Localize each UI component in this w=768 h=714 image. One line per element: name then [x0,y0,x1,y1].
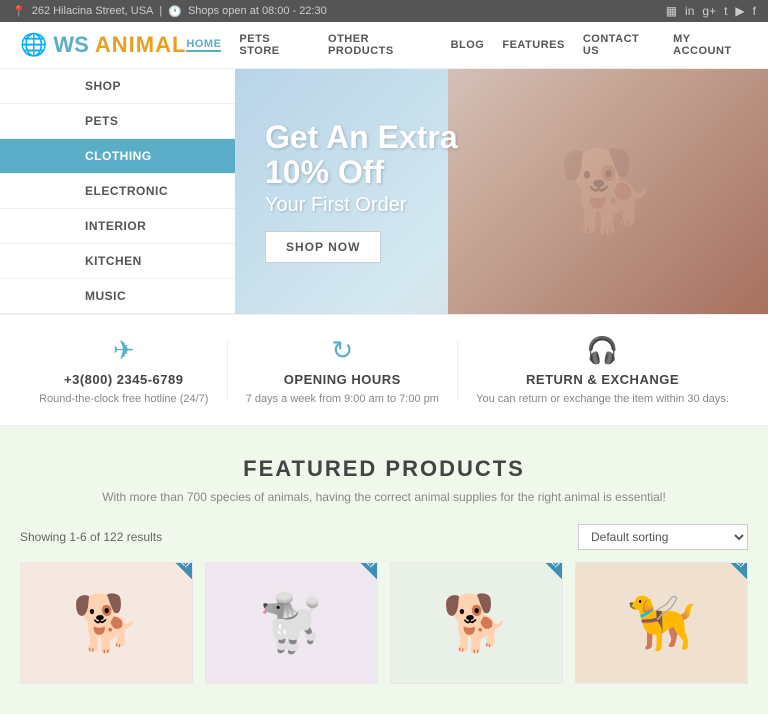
product-image-4: 🦮 Sale! [576,563,747,683]
sidebar-item-shop[interactable]: Shop [0,69,235,104]
logo-icon: 🌐 [20,32,47,58]
hero-banner: 🐕 Get An Extra 10% Off Your First Order … [235,69,768,314]
hero-subtitle: Your First Order [265,194,458,217]
info-divider-1 [227,340,228,400]
showing-results: Showing 1-6 of 122 results [20,530,162,544]
main-nav: Home Pets Store Other Products Blog Feat… [186,33,748,57]
nav-my-account[interactable]: My Account [673,33,748,57]
hero-headline-line2: 10% Off [265,155,458,190]
product-card-1[interactable]: 🐕 Sale! [20,562,193,684]
products-toolbar: Showing 1-6 of 122 results Default sorti… [20,524,748,550]
shop-now-button[interactable]: SHOP NOW [265,231,381,263]
product-card-2[interactable]: 🐩 Sale! [205,562,378,684]
nav-blog[interactable]: Blog [451,39,485,51]
hours-text: Shops open at 08:00 - 22:30 [188,5,327,17]
hours-icon: ↻ [331,335,353,366]
featured-section: FEATURED PRODUCTS With more than 700 spe… [0,426,768,714]
separator: | [159,5,162,17]
nav-home[interactable]: Home [186,38,221,52]
sale-badge-4: Sale! [710,563,747,582]
hours-subtitle: 7 days a week from 9:00 am to 7:00 pm [246,393,439,405]
product-card-3[interactable]: 🐕 Sale! [390,562,563,684]
info-item-hours: ↻ OPENING HOURS 7 days a week from 9:00 … [246,335,439,405]
hero-photo: 🐕 [448,69,768,314]
sidebar-menu: Shop Pets CLOThing Electronic Interior K… [0,69,235,314]
return-title: RETURN & EXCHANGE [526,372,679,387]
sidebar-item-clothing[interactable]: CLOThing [0,139,235,174]
return-subtitle: You can return or exchange the item with… [476,393,729,405]
info-item-phone: ✈ +3(800) 2345-6789 Round-the-clock free… [39,335,208,405]
main-section: 🐾 🐾 🐾 🐾 Shop Pets CLOThing Electronic In… [0,69,768,314]
clock-icon: 🕐 [168,5,182,18]
dog-emoji-4: 🦮 [627,591,695,656]
nav-contact-us[interactable]: Contact Us [583,33,655,57]
google-plus-icon[interactable]: g+ [702,4,716,18]
phone-icon: ✈ [113,335,135,366]
phone-subtitle: Round-the-clock free hotline (24/7) [39,393,208,405]
nav-other-products[interactable]: Other Products [328,33,433,57]
info-bar: ✈ +3(800) 2345-6789 Round-the-clock free… [0,314,768,426]
facebook-icon[interactable]: f [753,4,756,18]
sale-badge-3: Sale! [525,563,562,582]
youtube-icon[interactable]: ▶ [735,4,744,18]
location-icon: 📍 [12,5,26,18]
address-text: 262 Hilacina Street, USA [32,5,154,17]
sidebar-item-electronic[interactable]: Electronic [0,174,235,209]
linkedin-icon[interactable]: in [685,4,694,18]
logo: 🌐 WS ANIMAL [20,32,186,58]
social-icons-area: ▦ in g+ t ▶ f [666,4,756,18]
sidebar-item-kitchen[interactable]: Kitchen [0,244,235,279]
logo-ws: WS [53,32,88,58]
product-card-4[interactable]: 🦮 Sale! [575,562,748,684]
top-bar: 📍 262 Hilacina Street, USA | 🕐 Shops ope… [0,0,768,22]
header: 🌐 WS ANIMAL Home Pets Store Other Produc… [0,22,768,69]
sale-badge-1: Sale! [155,563,192,582]
info-divider-2 [457,340,458,400]
hero-background-image: 🐕 [448,69,768,314]
hero-headline-line1: Get An Extra [265,120,458,155]
instagram-icon[interactable]: ▦ [666,4,677,18]
sort-select[interactable]: Default sorting Sort by price: low to hi… [578,524,748,550]
sidebar: 🐾 🐾 🐾 🐾 Shop Pets CLOThing Electronic In… [0,69,235,314]
hours-title: OPENING HOURS [284,372,401,387]
featured-subtitle: With more than 700 species of animals, h… [20,490,748,504]
nav-pets-store[interactable]: Pets Store [239,33,310,57]
top-bar-address-area: 📍 262 Hilacina Street, USA | 🕐 Shops ope… [12,5,327,18]
products-grid: 🐕 Sale! 🐩 Sale! 🐕 Sale! 🦮 Sale! [20,562,748,684]
logo-animal: ANIMAL [95,32,187,58]
nav-features[interactable]: Features [502,39,564,51]
dog-emoji-2: 🐩 [257,591,325,656]
product-image-3: 🐕 Sale! [391,563,562,683]
product-image-2: 🐩 Sale! [206,563,377,683]
featured-title: FEATURED PRODUCTS [20,456,748,482]
sidebar-item-interior[interactable]: Interior [0,209,235,244]
sidebar-item-music[interactable]: Music [0,279,235,314]
dog-emoji-1: 🐕 [72,591,140,656]
phone-title: +3(800) 2345-6789 [64,372,183,387]
hero-content: Get An Extra 10% Off Your First Order SH… [235,90,488,293]
product-image-1: 🐕 Sale! [21,563,192,683]
info-item-return: 🎧 RETURN & EXCHANGE You can return or ex… [476,335,729,405]
headset-icon: 🎧 [586,335,618,366]
sale-badge-2: Sale! [340,563,377,582]
twitter-icon[interactable]: t [724,4,727,18]
dog-emoji-3: 🐕 [442,591,510,656]
sidebar-item-pets[interactable]: Pets [0,104,235,139]
